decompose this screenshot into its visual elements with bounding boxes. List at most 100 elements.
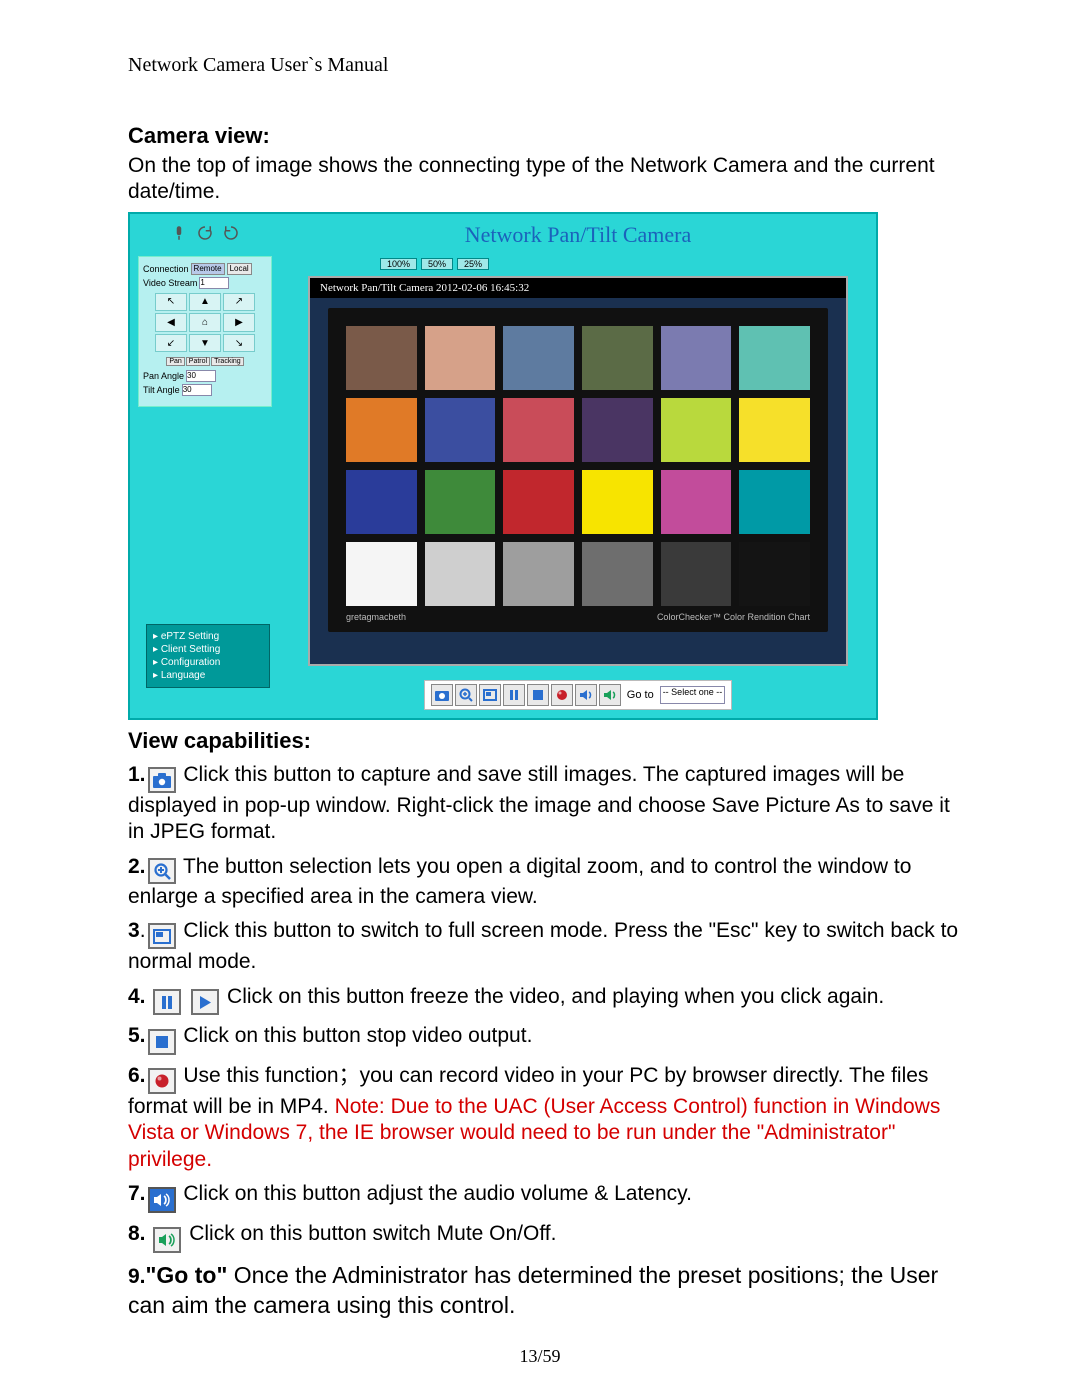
- checker-swatch-22: [661, 542, 732, 606]
- page-footer: 13/59: [0, 1346, 1080, 1367]
- capability-8: 8. Click on this button switch Mute On/O…: [128, 1221, 970, 1253]
- ptz-up[interactable]: ▲: [189, 293, 221, 312]
- capability-6: 6. Use this function；you can record vide…: [128, 1063, 970, 1173]
- ptz-down-right[interactable]: ↘: [223, 334, 255, 353]
- goto-label: Go to: [627, 689, 654, 701]
- screenshot-main: Network Pan/Tilt Camera 100% 50% 25% Net…: [280, 214, 876, 718]
- checker-swatch-3: [582, 326, 653, 390]
- checker-swatch-9: [582, 398, 653, 462]
- zoom-25[interactable]: 25%: [457, 258, 489, 270]
- capability-1: 1. Click this button to capture and save…: [128, 762, 970, 846]
- toolbar-volume[interactable]: [575, 684, 597, 706]
- snapshot-icon: [148, 767, 176, 793]
- num-1: 1.: [128, 763, 146, 786]
- zoom-50[interactable]: 50%: [421, 258, 453, 270]
- link-eptz[interactable]: ▸ ePTZ Setting: [153, 631, 263, 642]
- toolbar-zoom[interactable]: [455, 684, 477, 706]
- camera-icon: [435, 689, 449, 701]
- camera-view-heading: Camera view:: [128, 123, 970, 149]
- record-icon-box: [148, 1068, 176, 1094]
- ptz-arrow-grid: ↖ ▲ ↗ ◀ ⌂ ▶ ↙ ▼ ↘: [155, 293, 255, 353]
- ptz-down-left[interactable]: ↙: [155, 334, 187, 353]
- capability-7: 7. Click on this button adjust the audio…: [128, 1181, 970, 1213]
- link-lang[interactable]: ▸ Language: [153, 670, 263, 681]
- num-6: 6.: [128, 1064, 146, 1087]
- patrol-button[interactable]: Patrol: [186, 357, 210, 366]
- toolbar-stop[interactable]: [527, 684, 549, 706]
- pause-icon: [508, 689, 520, 701]
- checker-swatch-16: [661, 470, 732, 534]
- toolbar-snapshot[interactable]: [431, 684, 453, 706]
- checker-swatch-17: [739, 470, 810, 534]
- local-button[interactable]: Local: [227, 263, 252, 275]
- checker-swatch-7: [425, 398, 496, 462]
- remote-button[interactable]: Remote: [191, 263, 225, 275]
- checker-swatch-18: [346, 542, 417, 606]
- tilt-angle-label: Tilt Angle: [143, 385, 180, 395]
- camera-ui-screenshot: Connection Remote Local Video Stream 1 ↖…: [128, 212, 878, 720]
- video-stream-select[interactable]: 1: [199, 277, 229, 289]
- goto-bold: "Go to": [146, 1262, 228, 1288]
- tilt-angle-select[interactable]: 30: [182, 384, 212, 396]
- capability-9: 9."Go to" Once the Administrator has det…: [128, 1261, 970, 1321]
- pan-button[interactable]: Pan: [166, 357, 184, 366]
- running-header: Network Camera User`s Manual: [128, 54, 970, 77]
- stop-icon: [532, 689, 544, 701]
- pause-icon-box: [153, 989, 181, 1015]
- checker-swatch-14: [503, 470, 574, 534]
- pan-angle-select[interactable]: 30: [186, 370, 216, 382]
- cap9-text: Once the Administrator has determined th…: [128, 1262, 938, 1318]
- ptz-home[interactable]: ⌂: [189, 313, 221, 332]
- refresh-icon-2: [222, 224, 240, 242]
- ptz-up-left[interactable]: ↖: [155, 293, 187, 312]
- screenshot-sidebar: Connection Remote Local Video Stream 1 ↖…: [130, 214, 280, 718]
- cap8-text: Click on this button switch Mute On/Off.: [189, 1222, 556, 1245]
- num-8: 8.: [128, 1222, 146, 1245]
- fullscreen-icon: [483, 689, 497, 701]
- connection-label: Connection: [143, 264, 189, 274]
- toolbar-fullscreen[interactable]: [479, 684, 501, 706]
- capability-5: 5. Click on this button stop video outpu…: [128, 1023, 970, 1055]
- checker-swatch-11: [739, 398, 810, 462]
- cap5-text: Click on this button stop video output.: [183, 1024, 532, 1047]
- screenshot-title: Network Pan/Tilt Camera: [280, 214, 876, 248]
- checker-swatch-0: [346, 326, 417, 390]
- color-checker: gretagmacbeth ColorChecker™ Color Rendit…: [328, 308, 828, 632]
- checker-swatch-20: [503, 542, 574, 606]
- checker-swatch-4: [661, 326, 732, 390]
- video-stream-label: Video Stream: [143, 278, 197, 288]
- checker-brand: gretagmacbeth: [346, 612, 406, 622]
- tracking-button[interactable]: Tracking: [211, 357, 244, 366]
- cap7-text: Click on this button adjust the audio vo…: [183, 1182, 692, 1205]
- num-2: 2.: [128, 855, 146, 878]
- link-client[interactable]: ▸ Client Setting: [153, 644, 263, 655]
- volume-icon: [579, 689, 593, 701]
- toolbar-pause[interactable]: [503, 684, 525, 706]
- video-toolbar: Go to -- Select one --: [424, 680, 732, 710]
- sidebar-links: ▸ ePTZ Setting ▸ Client Setting ▸ Config…: [146, 624, 270, 688]
- ptz-down[interactable]: ▼: [189, 334, 221, 353]
- pan-angle-label: Pan Angle: [143, 371, 184, 381]
- checker-swatch-19: [425, 542, 496, 606]
- goto-select[interactable]: -- Select one --: [660, 686, 726, 704]
- capability-4: 4. Click on this button freeze the video…: [128, 984, 970, 1016]
- checker-swatch-8: [503, 398, 574, 462]
- num-3: 3: [128, 919, 140, 942]
- toolbar-record[interactable]: [551, 684, 573, 706]
- fullscreen-icon-box: [148, 923, 176, 949]
- mic-icon: [170, 224, 188, 242]
- mute-icon-box: [153, 1227, 181, 1253]
- ptz-up-right[interactable]: ↗: [223, 293, 255, 312]
- zoom-100[interactable]: 100%: [380, 258, 417, 270]
- cap4-text: Click on this button freeze the video, a…: [227, 985, 884, 1008]
- record-icon: [556, 689, 568, 701]
- view-capabilities-heading: View capabilities:: [128, 728, 970, 754]
- cap2-text: The button selection lets you open a dig…: [128, 855, 911, 908]
- toolbar-mute[interactable]: [599, 684, 621, 706]
- camera-view-desc: On the top of image shows the connecting…: [128, 153, 970, 206]
- zoom-tabs: 100% 50% 25%: [380, 258, 876, 270]
- ptz-left[interactable]: ◀: [155, 313, 187, 332]
- link-config[interactable]: ▸ Configuration: [153, 657, 263, 668]
- num-4: 4.: [128, 985, 146, 1008]
- ptz-right[interactable]: ▶: [223, 313, 255, 332]
